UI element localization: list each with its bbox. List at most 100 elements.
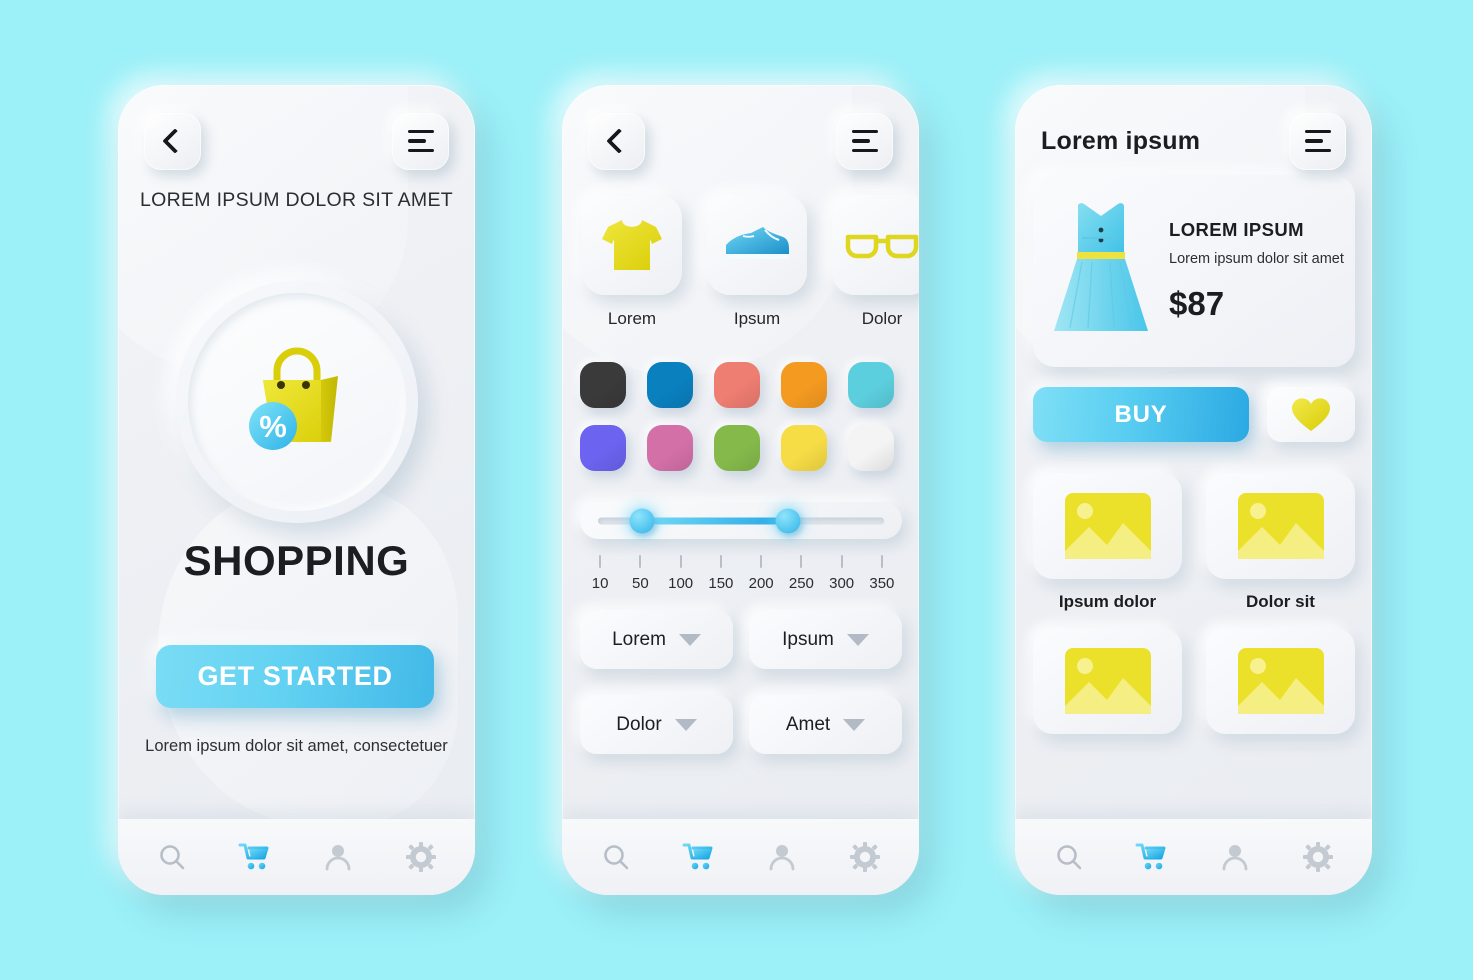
- buy-button[interactable]: BUY: [1033, 387, 1249, 442]
- product-actions: BUY: [1033, 387, 1355, 442]
- nav-user-icon[interactable]: [1215, 837, 1255, 877]
- menu-button[interactable]: [1289, 112, 1346, 170]
- favorite-button[interactable]: [1267, 387, 1355, 442]
- swatch-white[interactable]: [848, 425, 894, 471]
- back-button[interactable]: [144, 112, 201, 170]
- category-tile: [832, 195, 919, 295]
- screen1-topbar: [118, 109, 475, 173]
- category-label: Lorem: [607, 309, 657, 328]
- product-info: LOREM IPSUM Lorem ipsum dolor sit amet $…: [1169, 219, 1355, 323]
- chevron-down-icon: [674, 718, 697, 731]
- nav-settings-gear-icon[interactable]: [1298, 837, 1338, 877]
- category-tile: [582, 195, 682, 295]
- swatch-pink[interactable]: [647, 425, 693, 471]
- tick-mark: [719, 555, 722, 568]
- menu-button[interactable]: [836, 112, 893, 170]
- image-placeholder-icon: [1033, 473, 1182, 579]
- screen1-subtitle: LOREM IPSUM DOLOR SIT AMET: [140, 189, 453, 211]
- product-name: LOREM IPSUM: [1169, 219, 1304, 240]
- tick-mark: [639, 555, 642, 568]
- screen1-footer-text: Lorem ipsum dolor sit amet, consectetuer: [145, 737, 448, 755]
- phone-screen-product: Lorem ipsum LOREM IPSUM Lorem ipsum dolo…: [1015, 85, 1372, 895]
- chevron-left-icon: [162, 128, 188, 154]
- nav-cart-icon[interactable]: [235, 837, 275, 877]
- swatch-green[interactable]: [714, 425, 760, 471]
- image-placeholder-icon: [1206, 628, 1355, 734]
- swatch-cyan[interactable]: [848, 362, 894, 408]
- thumbnail-item[interactable]: [1206, 628, 1355, 734]
- slider-tick: 100: [661, 555, 701, 593]
- hamburger-menu-icon: [407, 129, 434, 153]
- phone-screen-onboarding: LOREM IPSUM DOLOR SIT AMET % SHOPPING GE…: [118, 85, 475, 895]
- nav-user-icon[interactable]: [318, 837, 358, 877]
- back-button[interactable]: [588, 112, 645, 170]
- dropdown-ipsum[interactable]: Ipsum: [749, 610, 902, 669]
- menu-button[interactable]: [392, 112, 449, 170]
- category-row: Lorem Ipsum Dolor: [582, 195, 919, 329]
- swatch-orange[interactable]: [781, 362, 827, 408]
- nav-user-icon[interactable]: [762, 837, 802, 877]
- get-started-button[interactable]: GET STARTED: [156, 645, 434, 708]
- tick-value: 150: [708, 575, 734, 592]
- category-item-lorem[interactable]: Lorem: [582, 195, 682, 329]
- swatch-purple[interactable]: [580, 425, 626, 471]
- tick-mark: [599, 555, 602, 568]
- thumbnail-label: Dolor sit: [1246, 592, 1315, 611]
- slider-tick-labels: 10 50 100 150 200 250 300 350: [580, 555, 902, 593]
- screen3-bottom-nav: [1015, 819, 1372, 895]
- category-label: Ipsum: [733, 309, 781, 328]
- dropdown-amet[interactable]: Amet: [749, 695, 902, 754]
- nav-search-icon[interactable]: [596, 837, 636, 877]
- nav-cart-icon[interactable]: [1132, 837, 1172, 877]
- thumbnail-item[interactable]: [1033, 628, 1182, 734]
- swatch-salmon[interactable]: [714, 362, 760, 408]
- nav-cart-icon[interactable]: [679, 837, 719, 877]
- thumbnail-item[interactable]: Ipsum dolor: [1033, 473, 1182, 612]
- tshirt-icon: [602, 220, 662, 270]
- category-tile: [707, 195, 807, 295]
- dropdown-lorem[interactable]: Lorem: [580, 610, 733, 669]
- chevron-left-icon: [606, 128, 632, 154]
- swatch-blue[interactable]: [647, 362, 693, 408]
- tick-value: 200: [748, 575, 774, 592]
- tick-value: 100: [668, 575, 694, 592]
- product-thumbnail-grid: Ipsum dolor Dolor sit: [1033, 473, 1355, 734]
- screens-stage: LOREM IPSUM DOLOR SIT AMET % SHOPPING GE…: [0, 0, 1473, 980]
- thumbnail-item[interactable]: Dolor sit: [1206, 473, 1355, 612]
- sneaker-icon: [726, 227, 789, 259]
- category-item-ipsum[interactable]: Ipsum: [707, 195, 807, 329]
- nav-search-icon[interactable]: [152, 837, 192, 877]
- product-description: Lorem ipsum dolor sit amet: [1169, 251, 1344, 267]
- slider-tick: 350: [862, 555, 902, 593]
- nav-search-icon[interactable]: [1049, 837, 1089, 877]
- category-item-dolor[interactable]: Dolor: [832, 195, 919, 329]
- hamburger-menu-icon: [851, 129, 878, 153]
- phone-screen-filters: Lorem Ipsum Dolor 10 50 100 150 200 250 …: [562, 85, 919, 895]
- slider-knob-upper[interactable]: [775, 508, 801, 533]
- chevron-down-icon: [846, 633, 869, 646]
- image-placeholder-icon: [1033, 628, 1182, 734]
- dress-icon: [1033, 196, 1169, 346]
- swatch-yellow[interactable]: [781, 425, 827, 471]
- nav-settings-gear-icon[interactable]: [401, 837, 441, 877]
- tick-value: 250: [788, 575, 814, 592]
- tick-value: 10: [591, 575, 609, 592]
- color-swatch-grid: [580, 362, 902, 471]
- tick-mark: [840, 555, 843, 568]
- page-title: SHOPPING: [183, 537, 410, 584]
- swatch-black[interactable]: [580, 362, 626, 408]
- slider-tick: 150: [701, 555, 741, 593]
- screen1-bottom-nav: [118, 819, 475, 895]
- price-range-slider[interactable]: [580, 502, 902, 539]
- screen3-topbar: Lorem ipsum: [1015, 109, 1372, 173]
- product-price: $87: [1169, 285, 1225, 322]
- filter-dropdown-grid: Lorem Ipsum Dolor Amet: [580, 610, 902, 754]
- tick-mark: [760, 555, 763, 568]
- category-label: Dolor: [861, 309, 903, 328]
- dropdown-dolor[interactable]: Dolor: [580, 695, 733, 754]
- hamburger-menu-icon: [1304, 129, 1331, 153]
- nav-settings-gear-icon[interactable]: [845, 837, 885, 877]
- product-card[interactable]: LOREM IPSUM Lorem ipsum dolor sit amet $…: [1033, 175, 1355, 367]
- slider-knob-lower[interactable]: [629, 508, 655, 533]
- screen2-bottom-nav: [562, 819, 919, 895]
